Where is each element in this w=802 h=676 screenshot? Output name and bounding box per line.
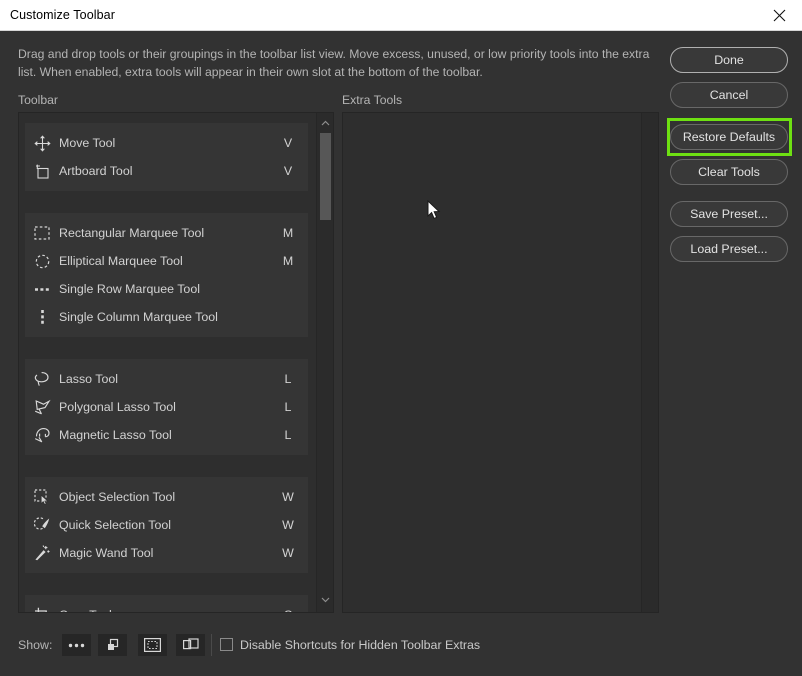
tool-name: Rectangular Marquee Tool <box>59 226 205 240</box>
tool-name: Single Row Marquee Tool <box>59 282 200 296</box>
scroll-up-button[interactable] <box>317 115 333 131</box>
tool-row[interactable]: Single Row Marquee Tool <box>25 275 308 303</box>
extra-tools-scrollbar[interactable] <box>641 113 658 612</box>
tool-shortcut-key: M <box>282 254 294 268</box>
tool-name: Artboard Tool <box>59 164 133 178</box>
tool-row[interactable]: Lasso Tool L <box>25 365 308 393</box>
tool-group[interactable]: Rectangular Marquee Tool M Elliptical Marq… <box>25 213 308 337</box>
tool-row[interactable]: Rectangular Marquee Tool M <box>25 219 308 247</box>
tool-name: Polygonal Lasso Tool <box>59 400 176 414</box>
overlapping-windows-icon <box>182 638 199 650</box>
restore-defaults-button[interactable]: Restore Defaults <box>670 124 788 150</box>
title-bar: Customize Toolbar <box>0 0 802 31</box>
overlapping-squares-icon <box>107 638 118 650</box>
done-button[interactable]: Done <box>670 47 788 73</box>
single-column-marquee-tool-icon <box>25 309 59 326</box>
chevron-down-icon <box>321 597 329 603</box>
tool-name: Magic Wand Tool <box>59 546 154 560</box>
load-preset-button[interactable]: Load Preset... <box>670 236 788 262</box>
tool-row[interactable]: Single Column Marquee Tool <box>25 303 308 331</box>
tool-row[interactable]: Crop ToolC <box>25 601 308 612</box>
tool-shortcut-key: L <box>284 400 292 414</box>
toolbar-column-label: Toolbar <box>18 93 58 107</box>
tool-name: Single Column Marquee Tool <box>59 310 218 324</box>
tool-group[interactable]: Object Selection Tool W Quick Selection To… <box>25 477 308 573</box>
tool-group[interactable]: Move Tool V Artboard Tool V <box>25 123 308 191</box>
tool-groups-container: Move Tool V Artboard Tool V Rectangular Marq… <box>19 113 316 612</box>
close-button[interactable] <box>756 0 802 30</box>
chevron-up-icon <box>321 120 329 126</box>
rectangular-marquee-tool-icon <box>25 226 59 240</box>
show-overlapping-squares-button[interactable] <box>98 634 127 656</box>
dialog-description: Drag and drop tools or their groupings i… <box>18 47 650 79</box>
tool-row[interactable]: Polygonal Lasso Tool L <box>25 393 308 421</box>
bottom-bar-divider <box>211 634 212 656</box>
tool-row[interactable]: Artboard Tool V <box>25 157 308 185</box>
tool-name: Magnetic Lasso Tool <box>59 428 172 442</box>
tool-row[interactable]: Magnetic Lasso Tool L <box>25 421 308 449</box>
ellipsis-icon <box>68 643 85 647</box>
tool-shortcut-key: C <box>268 608 308 612</box>
tool-shortcut-key: W <box>282 518 294 532</box>
toolbar-list-scrollbar[interactable] <box>316 113 333 612</box>
disable-shortcuts-checkbox[interactable] <box>220 638 233 651</box>
tool-shortcut-key: W <box>282 546 294 560</box>
tool-shortcut-key: L <box>284 428 292 442</box>
tool-group[interactable]: Lasso Tool L Polygonal Lasso Tool L Magnetic… <box>25 359 308 455</box>
extra-tools-column-label: Extra Tools <box>342 93 403 107</box>
object-selection-tool-icon <box>25 489 59 505</box>
tool-row[interactable]: Move Tool V <box>25 129 308 157</box>
lasso-tool-icon <box>25 371 59 387</box>
tool-shortcut-key: V <box>283 136 293 150</box>
scroll-down-button[interactable] <box>317 592 333 608</box>
tool-row[interactable]: Quick Selection Tool W <box>25 511 308 539</box>
show-dotted-selection-button[interactable] <box>138 634 167 656</box>
tool-shortcut-key: W <box>282 490 294 504</box>
polygonal-lasso-tool-icon <box>25 399 59 415</box>
clear-tools-button[interactable]: Clear Tools <box>670 159 788 185</box>
tool-row[interactable]: Magic Wand Tool W <box>25 539 308 567</box>
window-title: Customize Toolbar <box>10 8 115 22</box>
tool-name: Quick Selection Tool <box>59 518 172 532</box>
elliptical-marquee-tool-icon <box>25 254 59 269</box>
tool-shortcut-key: V <box>283 164 293 178</box>
toolbar-list-panel[interactable]: Move Tool V Artboard Tool V Rectangular Marq… <box>18 112 334 613</box>
tool-name: Object Selection Tool <box>59 490 176 504</box>
cancel-button[interactable]: Cancel <box>670 82 788 108</box>
save-preset-button[interactable]: Save Preset... <box>670 201 788 227</box>
tool-row[interactable]: Object Selection Tool W <box>25 483 308 511</box>
customize-toolbar-dialog: Customize Toolbar Drag and drop tools or… <box>0 0 802 676</box>
tool-shortcut-key: M <box>282 226 294 240</box>
show-label: Show: <box>18 638 53 652</box>
dotted-selection-icon <box>144 638 161 652</box>
quick-selection-tool-icon <box>25 517 59 533</box>
artboard-tool-icon <box>25 163 59 180</box>
tool-row[interactable]: Elliptical Marquee Tool M <box>25 247 308 275</box>
move-tool-icon <box>25 134 59 152</box>
scrollbar-thumb[interactable] <box>320 133 331 220</box>
disable-shortcuts-label: Disable Shortcuts for Hidden Toolbar Ext… <box>240 638 481 652</box>
magic-wand-tool-icon <box>25 545 59 561</box>
close-icon <box>773 9 785 21</box>
tool-name: Crop Tool <box>59 608 268 612</box>
show-extras-ellipsis-button[interactable] <box>62 634 91 656</box>
tool-shortcut-key: L <box>284 372 292 386</box>
tool-name: Elliptical Marquee Tool <box>59 254 183 268</box>
single-row-marquee-tool-icon <box>25 285 59 294</box>
tool-name: Move Tool <box>59 136 116 150</box>
crop-tool-icon <box>25 607 59 612</box>
magnetic-lasso-tool-icon <box>25 427 59 443</box>
show-overlapping-windows-button[interactable] <box>176 634 205 656</box>
tool-name: Lasso Tool <box>59 372 119 386</box>
extra-tools-panel[interactable] <box>342 112 659 613</box>
tool-group[interactable]: Crop ToolC <box>25 595 308 612</box>
